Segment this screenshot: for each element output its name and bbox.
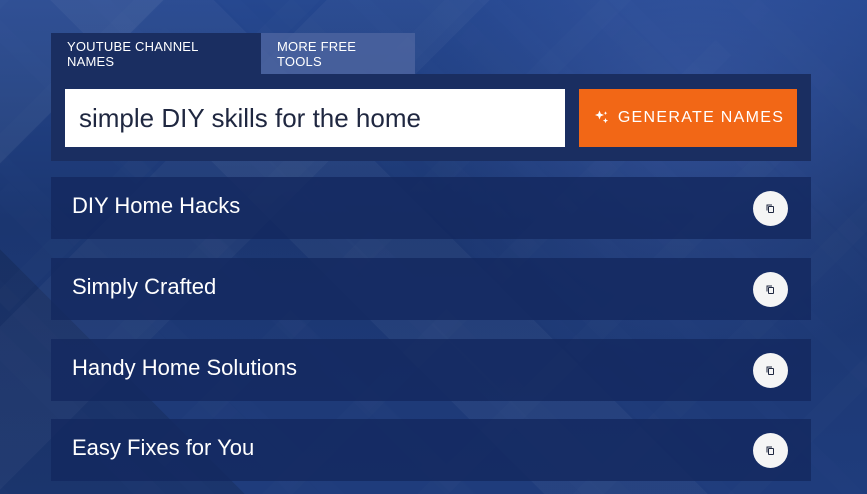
topic-input[interactable] — [65, 89, 565, 147]
copy-icon — [766, 204, 774, 213]
copy-button-4[interactable] — [753, 433, 788, 468]
result-label-3: Handy Home Solutions — [72, 355, 298, 380]
generate-names-button[interactable]: GENERATE NAMES — [579, 89, 797, 147]
result-item-3: Handy Home Solutions — [51, 339, 811, 401]
copy-icon — [766, 446, 774, 455]
tab-more-free-tools[interactable]: MORE FREE TOOLS — [261, 33, 415, 74]
result-item-4: Easy Fixes for You — [51, 419, 811, 481]
result-label-1: DIY Home Hacks — [72, 193, 241, 218]
result-label-2: Simply Crafted — [72, 274, 217, 299]
generator-panel: GENERATE NAMES — [51, 74, 811, 161]
result-item-1: DIY Home Hacks — [51, 177, 811, 239]
copy-icon — [766, 366, 774, 375]
sparkles-icon — [594, 110, 608, 124]
generate-names-label: GENERATE NAMES — [617, 109, 785, 126]
copy-button-3[interactable] — [753, 353, 788, 388]
tab-youtube-channel-names[interactable]: YOUTUBE CHANNEL NAMES — [51, 33, 261, 74]
copy-icon — [766, 285, 774, 294]
result-item-2: Simply Crafted — [51, 258, 811, 320]
copy-button-2[interactable] — [753, 272, 788, 307]
copy-button-1[interactable] — [753, 191, 788, 226]
result-label-4: Easy Fixes for You — [72, 435, 255, 460]
tool-tabs: YOUTUBE CHANNEL NAMES MORE FREE TOOLS — [51, 33, 415, 74]
